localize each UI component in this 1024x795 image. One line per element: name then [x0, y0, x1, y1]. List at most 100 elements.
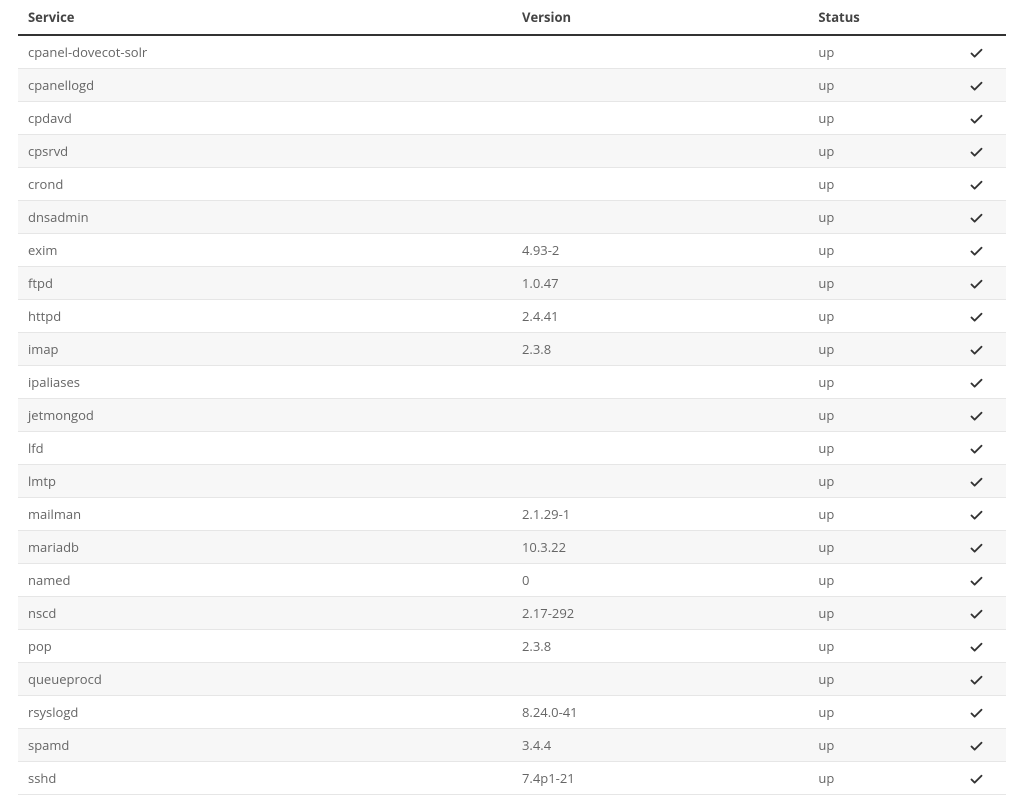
check-icon [969, 406, 984, 424]
cell-version [512, 102, 808, 135]
check-icon [969, 76, 984, 94]
service-status-table: Service Version Status cpanel-dovecot-so… [18, 0, 1006, 795]
cell-version: 0 [512, 564, 808, 597]
cell-status-icon [927, 333, 1006, 366]
cell-status-icon [927, 597, 1006, 630]
check-icon [969, 703, 984, 721]
cell-status: up [808, 597, 927, 630]
table-row: ipaliases up [18, 366, 1006, 399]
cell-service: lfd [18, 432, 512, 465]
cell-service: imap [18, 333, 512, 366]
check-icon [969, 637, 984, 655]
cell-status-icon [927, 630, 1006, 663]
cell-status: up [808, 762, 927, 795]
cell-status-icon [927, 69, 1006, 102]
table-row: pop2.3.8up [18, 630, 1006, 663]
cell-status: up [808, 168, 927, 201]
table-row: sshd7.4p1-21up [18, 762, 1006, 795]
cell-service: mariadb [18, 531, 512, 564]
check-icon [969, 571, 984, 589]
cell-version [512, 366, 808, 399]
cell-service: cpanel-dovecot-solr [18, 35, 512, 69]
check-icon [969, 736, 984, 754]
cell-status: up [808, 696, 927, 729]
cell-version: 1.0.47 [512, 267, 808, 300]
table-row: spamd3.4.4up [18, 729, 1006, 762]
cell-status-icon [927, 399, 1006, 432]
check-icon [969, 43, 984, 61]
cell-version [512, 69, 808, 102]
cell-version: 2.3.8 [512, 333, 808, 366]
table-row: mailman2.1.29-1up [18, 498, 1006, 531]
cell-version: 2.3.8 [512, 630, 808, 663]
cell-status: up [808, 35, 927, 69]
check-icon [969, 208, 984, 226]
cell-status-icon [927, 201, 1006, 234]
table-row: lmtpup [18, 465, 1006, 498]
cell-status: up [808, 234, 927, 267]
cell-service: crond [18, 168, 512, 201]
cell-status-icon [927, 135, 1006, 168]
table-row: cpsrvd up [18, 135, 1006, 168]
cell-version [512, 432, 808, 465]
cell-version: 2.1.29-1 [512, 498, 808, 531]
cell-service: cpsrvd [18, 135, 512, 168]
cell-status: up [808, 630, 927, 663]
cell-version: 4.93-2 [512, 234, 808, 267]
check-icon [969, 472, 984, 490]
table-row: mariadb10.3.22up [18, 531, 1006, 564]
cell-status: up [808, 201, 927, 234]
cell-version: 3.4.4 [512, 729, 808, 762]
cell-status-icon [927, 531, 1006, 564]
cell-service: ipaliases [18, 366, 512, 399]
cell-service: cpdavd [18, 102, 512, 135]
table-row: dnsadmin up [18, 201, 1006, 234]
cell-version: 8.24.0-41 [512, 696, 808, 729]
cell-status-icon [927, 663, 1006, 696]
cell-version [512, 663, 808, 696]
cell-version: 2.4.41 [512, 300, 808, 333]
check-icon [969, 604, 984, 622]
cell-service: sshd [18, 762, 512, 795]
cell-status-icon [927, 267, 1006, 300]
check-icon [969, 109, 984, 127]
cell-service: dnsadmin [18, 201, 512, 234]
cell-status: up [808, 300, 927, 333]
cell-status: up [808, 135, 927, 168]
table-row: queueprocdup [18, 663, 1006, 696]
check-icon [969, 274, 984, 292]
header-status: Status [808, 0, 927, 35]
table-row: crond up [18, 168, 1006, 201]
check-icon [969, 769, 984, 787]
cell-status-icon [927, 35, 1006, 69]
cell-service: exim [18, 234, 512, 267]
check-icon [969, 307, 984, 325]
cell-version [512, 465, 808, 498]
cell-status: up [808, 498, 927, 531]
cell-status: up [808, 102, 927, 135]
cell-service: named [18, 564, 512, 597]
table-row: nscd2.17-292up [18, 597, 1006, 630]
cell-status: up [808, 366, 927, 399]
cell-status: up [808, 564, 927, 597]
cell-service: rsyslogd [18, 696, 512, 729]
table-row: ftpd1.0.47up [18, 267, 1006, 300]
cell-status-icon [927, 366, 1006, 399]
check-icon [969, 439, 984, 457]
cell-status: up [808, 399, 927, 432]
table-row: cpdavd up [18, 102, 1006, 135]
cell-status: up [808, 531, 927, 564]
check-icon [969, 241, 984, 259]
table-row: exim4.93-2up [18, 234, 1006, 267]
cell-status-icon [927, 498, 1006, 531]
table-row: rsyslogd8.24.0-41up [18, 696, 1006, 729]
header-version: Version [512, 0, 808, 35]
check-icon [969, 538, 984, 556]
cell-service: mailman [18, 498, 512, 531]
check-icon [969, 373, 984, 391]
cell-service: pop [18, 630, 512, 663]
cell-status-icon [927, 234, 1006, 267]
cell-status: up [808, 333, 927, 366]
cell-version: 10.3.22 [512, 531, 808, 564]
cell-status: up [808, 267, 927, 300]
